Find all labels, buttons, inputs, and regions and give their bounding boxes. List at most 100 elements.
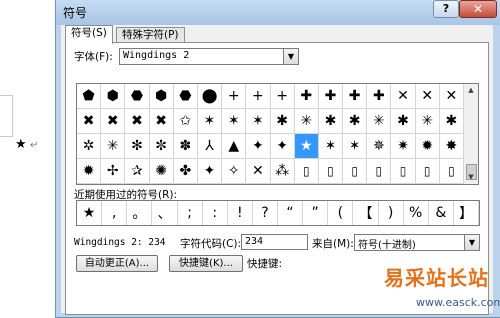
symbol-cell[interactable]: ✚ — [343, 84, 368, 109]
recent-symbol-cell[interactable]: 【 — [353, 201, 379, 225]
symbol-cell[interactable]: ✹ — [415, 134, 440, 159]
symbol-cell[interactable]: ▲ — [222, 134, 247, 159]
recent-symbol-cell[interactable]: ” — [303, 201, 329, 225]
symbol-cell[interactable]: ✦ — [197, 159, 223, 184]
symbol-cell[interactable]: ✻ — [125, 134, 150, 159]
symbol-cell[interactable]: ✵ — [367, 134, 392, 159]
recent-symbol-cell[interactable]: ? — [253, 201, 278, 225]
symbol-cell[interactable]: ✳ — [367, 109, 392, 134]
symbol-cell[interactable]: ✶ — [197, 109, 223, 134]
symbol-cell[interactable]: ✶ — [222, 109, 247, 134]
symbol-cell-selected[interactable]: ★ — [294, 134, 319, 159]
from-select-value: 符号(十进制) — [358, 240, 416, 251]
recent-symbol-cell[interactable]: “ — [278, 201, 304, 225]
tab-special-characters[interactable]: 特殊字符(P) — [116, 27, 185, 43]
symbol-cell[interactable]: ▯ — [367, 159, 392, 184]
recent-symbol-cell[interactable]: ) — [379, 201, 404, 225]
symbol-cell[interactable]: ⬣ — [173, 84, 198, 109]
symbol-cell[interactable]: + — [246, 84, 271, 109]
scroll-up-icon[interactable]: ▲ — [464, 84, 478, 97]
symbol-cell[interactable]: ✶ — [318, 134, 344, 159]
from-select[interactable]: 符号(十进制) ▼ — [354, 234, 480, 251]
recent-symbol-cell[interactable]: 。 — [127, 201, 153, 225]
recent-symbol-cell[interactable]: : — [203, 201, 228, 225]
symbol-cell[interactable]: ✹ — [77, 159, 102, 184]
symbol-cell[interactable]: ✱ — [439, 109, 464, 134]
chevron-down-icon[interactable]: ▼ — [464, 235, 479, 250]
from-label: 来自(M): — [312, 238, 354, 250]
symbol-cell[interactable]: ✢ — [101, 159, 126, 184]
symbol-cell[interactable]: ⁂ — [270, 159, 295, 184]
symbol-cell[interactable]: ✕ — [439, 84, 464, 109]
symbol-cell[interactable]: ✦ — [246, 134, 271, 159]
char-code-input[interactable]: 234 — [241, 234, 308, 250]
symbol-cell[interactable]: ✚ — [318, 84, 344, 109]
symbol-cell[interactable]: + — [270, 84, 295, 109]
chevron-down-icon[interactable]: ▼ — [283, 49, 298, 64]
recent-symbol-cell[interactable]: ! — [228, 201, 253, 225]
recent-symbol-cell[interactable]: & — [429, 201, 454, 225]
symbol-cell[interactable]: ✱ — [391, 109, 416, 134]
tab-symbols[interactable]: 符号(S) — [65, 25, 113, 44]
symbol-cell[interactable]: ⬢ — [149, 84, 174, 109]
symbol-cell[interactable]: ✸ — [439, 134, 464, 159]
symbol-cell[interactable]: ✳ — [294, 109, 319, 134]
symbol-cell[interactable]: ▯ — [318, 159, 344, 184]
help-button[interactable]: ? — [433, 0, 459, 18]
symbol-cell[interactable]: ▯ — [391, 159, 416, 184]
symbol-cell[interactable]: ✖ — [125, 109, 150, 134]
autocorrect-button[interactable]: 自动更正(A)... — [76, 255, 158, 272]
symbol-cell[interactable]: ✶ — [246, 109, 271, 134]
symbol-cell[interactable]: ✦ — [270, 134, 295, 159]
symbol-cell[interactable]: ✲ — [77, 134, 102, 159]
symbol-cell[interactable]: ⬤ — [197, 84, 223, 109]
symbol-cell[interactable]: ✳ — [101, 134, 126, 159]
dialog-title: 符号 — [63, 6, 88, 20]
recent-symbol-cell[interactable]: , — [102, 201, 128, 225]
symbol-cell[interactable]: ✤ — [173, 159, 198, 184]
symbol-cell[interactable]: ✼ — [149, 134, 174, 159]
symbol-cell[interactable]: ✕ — [415, 84, 440, 109]
symbol-cell[interactable]: ✧ — [222, 159, 247, 184]
symbol-cell[interactable]: ✖ — [101, 109, 126, 134]
symbol-cell[interactable]: ✳ — [415, 109, 440, 134]
recent-symbol-cell[interactable]: % — [404, 201, 429, 225]
recent-symbol-cell[interactable]: ; — [178, 201, 203, 225]
recent-symbol-cell[interactable]: ★ — [77, 201, 103, 225]
symbol-grid-scrollbar[interactable]: ▲ ▼ — [464, 83, 479, 185]
close-button[interactable]: ✕ — [459, 0, 497, 18]
symbol-cell[interactable]: ✶ — [343, 134, 368, 159]
symbol-cell[interactable]: ✱ — [343, 109, 368, 134]
shortcut-key-button[interactable]: 快捷键(K)... — [169, 255, 243, 272]
symbol-cell[interactable]: ✚ — [294, 84, 319, 109]
recent-symbol-cell[interactable]: 】 — [454, 201, 479, 225]
symbol-cell[interactable]: ✩ — [173, 109, 198, 134]
symbol-cell[interactable]: ✕ — [391, 84, 416, 109]
symbol-cell[interactable]: ▯ — [439, 159, 464, 184]
symbol-cell[interactable]: ✕ — [246, 159, 271, 184]
symbol-cell[interactable]: + — [222, 84, 247, 109]
scroll-down-icon[interactable]: ▼ — [464, 171, 478, 184]
symbol-cell[interactable]: ⅄ — [197, 134, 223, 159]
symbol-cell[interactable]: ✚ — [367, 84, 392, 109]
symbol-cell[interactable]: ✖ — [77, 109, 102, 134]
symbol-cell[interactable]: ✖ — [149, 109, 174, 134]
symbol-cell[interactable]: ⬢ — [101, 84, 126, 109]
recent-symbols-row: ★,。、;:!? “”(【)% &】 — [76, 200, 480, 226]
recent-symbol-cell[interactable]: 、 — [152, 201, 178, 225]
char-code-label: 字符代码(C): — [180, 238, 242, 250]
symbol-cell[interactable]: ▯ — [294, 159, 319, 184]
font-label: 字体(F): — [74, 51, 113, 63]
symbol-cell[interactable]: ⬟ — [77, 84, 102, 109]
symbol-cell[interactable]: ✽ — [173, 134, 198, 159]
font-select[interactable]: Wingdings 2 ▼ — [119, 48, 299, 65]
symbol-cell[interactable]: ✱ — [318, 109, 344, 134]
symbol-cell[interactable]: ✷ — [391, 134, 416, 159]
symbol-cell[interactable]: ✱ — [270, 109, 295, 134]
symbol-cell[interactable]: ✰ — [125, 159, 150, 184]
symbol-cell[interactable]: ▯ — [343, 159, 368, 184]
recent-symbol-cell[interactable]: ( — [328, 201, 354, 225]
symbol-cell[interactable]: ▯ — [415, 159, 440, 184]
symbol-cell[interactable]: ✺ — [149, 159, 174, 184]
symbol-cell[interactable]: ⬣ — [125, 84, 150, 109]
